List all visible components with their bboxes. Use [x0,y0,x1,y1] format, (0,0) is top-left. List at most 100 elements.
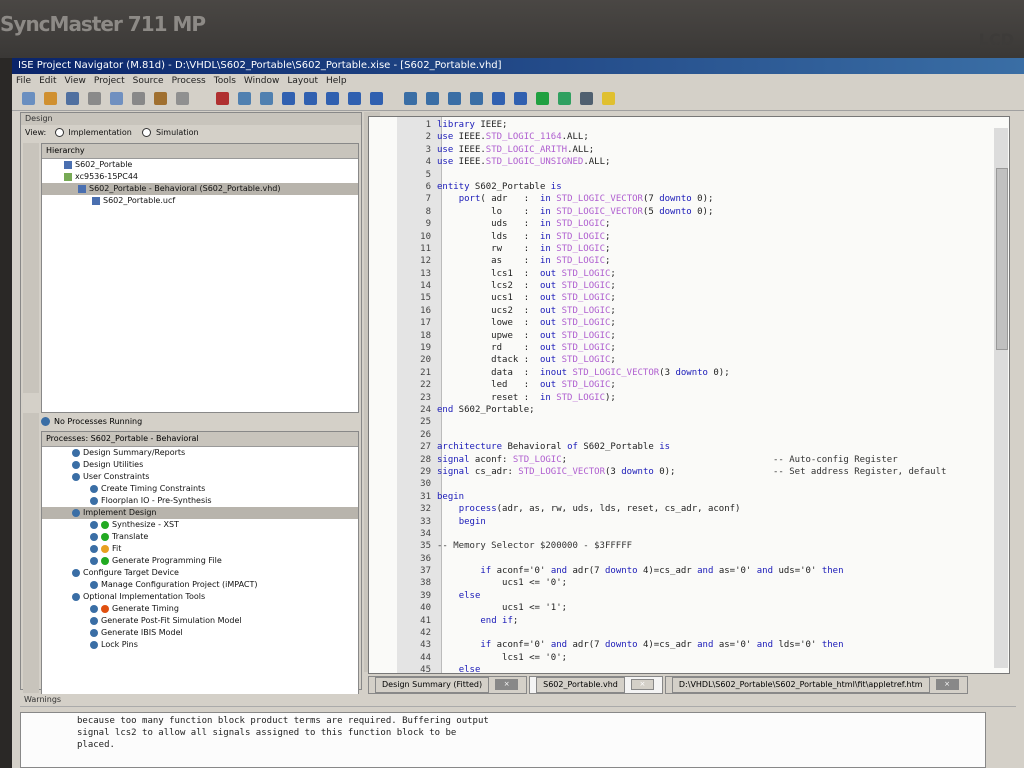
toolbar-icon-13[interactable] [326,92,339,105]
process-item[interactable]: User Constraints [42,471,358,483]
process-item[interactable]: Fit [42,543,358,555]
line-number: 32 [420,504,431,515]
process-icon [90,520,98,529]
process-item[interactable]: Implement Design [42,507,358,519]
menu-item-window[interactable]: Window [244,74,280,88]
process-item[interactable]: Generate IBIS Model [42,627,358,639]
toolbar-icon-15[interactable] [370,92,383,105]
line-number: 5 [425,169,431,180]
radio-simulation[interactable] [142,128,152,137]
code-line: 5 [397,169,1009,181]
line-number: 21 [420,367,431,378]
toolbar-icon-12[interactable] [304,92,317,105]
line-text: if aconf='0' and adr(7 downto 4)=cs_adr … [480,566,844,577]
process-item[interactable]: Generate Programming File [42,555,358,567]
process-item[interactable]: Design Utilities [42,459,358,471]
toolbar-icon-3[interactable] [88,92,101,105]
menu-item-view[interactable]: View [65,74,86,88]
line-text: use IEEE.STD_LOGIC_ARITH.ALL; [437,144,595,155]
close-icon[interactable]: × [935,679,959,690]
line-text: ucs1 <= '0'; [437,578,568,589]
toolbar-icon-0[interactable] [22,92,35,105]
process-icon [90,604,98,613]
code-line: 22 led : out STD_LOGIC; [397,379,1009,391]
editor-tab[interactable]: Design Summary (Fitted) × [368,676,528,694]
toolbar-icon-20[interactable] [492,92,505,105]
code-line: 6 entity S602_Portable is [397,181,1009,193]
line-number: 3 [425,144,431,155]
process-item[interactable]: Lock Pins [42,639,358,651]
toolbar-icon-21[interactable] [514,92,527,105]
hierarchy-item-label: S602_Portable [75,160,133,169]
process-icon [90,628,98,637]
close-icon[interactable]: × [495,679,519,690]
toolbar-icon-8[interactable] [216,92,229,105]
code-line: 19 rd : out STD_LOGIC; [397,342,1009,354]
hierarchy-item[interactable]: S602_Portable [42,159,358,171]
code-line: 43 if aconf='0' and adr(7 downto 4)=cs_a… [397,639,1009,651]
toolbar-icon-19[interactable] [470,92,483,105]
toolbar-icon-17[interactable] [426,92,439,105]
line-text: if aconf='0' and adr(7 downto 4)=cs_adr … [480,640,844,651]
menu-item-help[interactable]: Help [326,74,347,88]
process-item[interactable]: Floorplan IO - Pre-Synthesis [42,495,358,507]
toolbar-icon-23[interactable] [558,92,571,105]
view-implementation[interactable]: Implementation [68,128,132,137]
menu-item-layout[interactable]: Layout [287,74,318,88]
menu-item-tools[interactable]: Tools [214,74,236,88]
toolbar-icon-10[interactable] [260,92,273,105]
process-item[interactable]: Translate [42,531,358,543]
process-item[interactable]: Optional Implementation Tools [42,591,358,603]
process-item[interactable]: Synthesize - XST [42,519,358,531]
process-item[interactable]: Create Timing Constraints [42,483,358,495]
toolbar-icon-1[interactable] [44,92,57,105]
line-text: lcs1 <= '0'; [437,652,568,663]
code-line: 42 [397,627,1009,639]
toolbar-icon-22[interactable] [536,92,549,105]
scroll-thumb[interactable] [996,168,1008,350]
toolbar-icon-11[interactable] [282,92,295,105]
code-line: 25 [397,416,1009,428]
code-line: 14 lcs2 : out STD_LOGIC; [397,280,1009,292]
line-number: 27 [420,442,431,453]
view-label: View: [25,128,47,137]
toolbar-icon-2[interactable] [66,92,79,105]
radio-implementation[interactable] [54,128,64,137]
editor-tab[interactable]: D:\VHDL\S602_Portable\S602_Portable_html… [664,676,968,694]
process-item[interactable]: Configure Target Device [42,567,358,579]
toolbar-icon-9[interactable] [238,92,251,105]
process-item[interactable]: Design Summary/Reports [42,447,358,459]
code-line: 40 ucs1 <= '1'; [397,602,1009,614]
toolbar-icon-5[interactable] [132,92,145,105]
status-icon [101,604,109,613]
process-item[interactable]: Generate Timing [42,603,358,615]
menu-item-file[interactable]: File [16,74,31,88]
process-item[interactable]: Manage Configuration Project (iMPACT) [42,579,358,591]
code-line: 4 use IEEE.STD_LOGIC_UNSIGNED.ALL; [397,156,1009,168]
process-tool-strip [23,413,39,693]
view-simulation[interactable]: Simulation [156,128,199,137]
hierarchy-item[interactable]: S602_Portable.ucf [42,195,358,207]
toolbar-icon-14[interactable] [348,92,361,105]
menu-item-edit[interactable]: Edit [39,74,56,88]
hierarchy-item[interactable]: S602_Portable - Behavioral (S602_Portabl… [42,183,358,195]
close-icon[interactable]: × [630,679,654,690]
hierarchy-item[interactable]: xc9536-15PC44 [42,171,358,183]
toolbar-icon-16[interactable] [404,92,417,105]
process-item[interactable]: Generate Post-Fit Simulation Model [42,615,358,627]
code-line: 36 [397,553,1009,565]
toolbar-icon-24[interactable] [580,92,593,105]
menu-item-project[interactable]: Project [94,74,125,88]
editor-tabs: Design Summary (Fitted) × S602_Portable.vh… [368,676,970,694]
menu-item-source[interactable]: Source [133,74,164,88]
toolbar-icon-7[interactable] [176,92,189,105]
line-text: data : inout STD_LOGIC_VECTOR(3 downto 0… [437,367,730,378]
toolbar-icon-25[interactable] [602,92,615,105]
code-editor[interactable]: 1 library IEEE; 2 use IEEE.STD_LOGIC_1164.A… [368,116,1010,674]
editor-scrollbar[interactable] [994,128,1008,668]
toolbar-icon-18[interactable] [448,92,461,105]
editor-tab[interactable]: S602_Portable.vhd × [529,676,663,694]
menu-item-process[interactable]: Process [172,74,206,88]
toolbar-icon-6[interactable] [154,92,167,105]
toolbar-icon-4[interactable] [110,92,123,105]
